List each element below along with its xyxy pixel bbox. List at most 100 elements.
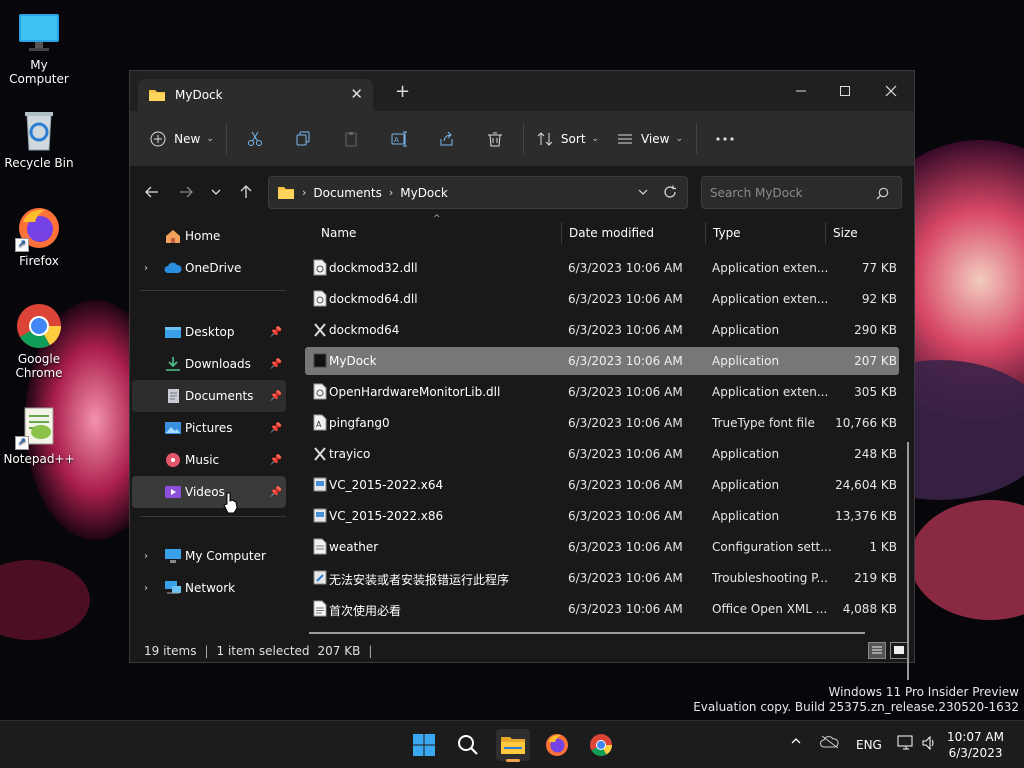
desktop-icon-label: Firefox — [19, 254, 59, 268]
file-row[interactable]: trayico 6/3/2023 10:06 AM Application 248 K… — [305, 440, 899, 468]
new-tab-button[interactable]: + — [395, 83, 410, 101]
column-separator[interactable] — [705, 222, 706, 244]
folder-icon — [278, 187, 294, 199]
desktop-icon-firefox[interactable]: ↗ Firefox — [0, 204, 78, 268]
column-separator[interactable] — [825, 222, 826, 244]
close-window-button[interactable] — [868, 76, 914, 106]
nav-item-network[interactable]: › Network — [132, 572, 286, 604]
recent-locations-button[interactable] — [204, 182, 228, 202]
delete-button[interactable] — [471, 121, 519, 157]
nav-item-music[interactable]: Music 📌 — [132, 444, 286, 476]
nav-item-downloads[interactable]: Downloads 📌 — [132, 348, 286, 380]
cut-button[interactable] — [231, 121, 279, 157]
nav-item-documents[interactable]: Documents 📌 — [132, 380, 286, 412]
file-row[interactable]: dockmod32.dll 6/3/2023 10:06 AM Applicatio… — [305, 254, 899, 282]
taskbar-chrome[interactable] — [584, 729, 618, 761]
maximize-button[interactable] — [822, 76, 868, 106]
column-header-type[interactable]: Type — [707, 218, 825, 248]
horizontal-scrollbar[interactable] — [309, 632, 865, 634]
nav-item-pictures[interactable]: Pictures 📌 — [132, 412, 286, 444]
file-row[interactable]: OpenHardwareMonitorLib.dll 6/3/2023 10:06… — [305, 378, 899, 406]
up-button[interactable] — [234, 182, 258, 202]
app-icon — [313, 353, 327, 368]
pin-icon[interactable]: 📌 — [270, 423, 282, 434]
file-row[interactable]: weather 6/3/2023 10:06 AM Configuration se… — [305, 533, 899, 561]
pin-icon[interactable]: 📌 — [270, 359, 282, 370]
share-button[interactable] — [423, 121, 471, 157]
address-bar[interactable]: › Documents › MyDock — [268, 176, 688, 209]
forward-button[interactable] — [174, 182, 198, 202]
taskbar-file-explorer[interactable] — [496, 729, 530, 762]
taskbar-firefox[interactable] — [540, 729, 574, 761]
taskbar-search-button[interactable] — [451, 729, 485, 761]
close-tab-icon[interactable]: ✕ — [350, 85, 363, 103]
paste-button[interactable] — [327, 121, 375, 157]
start-button[interactable] — [407, 729, 441, 761]
minimize-button[interactable] — [778, 76, 824, 106]
search-input[interactable] — [710, 185, 870, 200]
file-row[interactable]: dockmod64 6/3/2023 10:06 AM Application 290… — [305, 316, 899, 344]
desktop-icon-recycle-bin[interactable]: Recycle Bin — [0, 106, 78, 170]
file-size: 24,604 KB — [835, 478, 897, 492]
file-row[interactable]: dockmod64.dll 6/3/2023 10:06 AM Applicatio… — [305, 285, 899, 313]
chevron-down-icon: ⌄ — [675, 133, 684, 144]
file-name: dockmod64 — [329, 323, 400, 337]
desktop-icon-notepadpp[interactable]: ↗ Notepad++ — [0, 402, 78, 466]
search-box[interactable] — [701, 176, 902, 209]
chevron-right-icon[interactable]: › — [144, 551, 148, 562]
volume-tray-button[interactable] — [921, 735, 937, 754]
desktop-icon-my-computer[interactable]: My Computer — [0, 8, 78, 86]
pin-icon[interactable]: 📌 — [270, 455, 282, 466]
show-hidden-icons-button[interactable] — [790, 735, 802, 750]
nav-item-my-computer[interactable]: › My Computer — [132, 540, 286, 572]
file-row[interactable]: MyDock 6/3/2023 10:06 AM Application 207 KB — [305, 347, 899, 375]
troubleshoot-icon — [313, 570, 327, 585]
refresh-button[interactable] — [663, 185, 677, 202]
more-options-button[interactable] — [701, 121, 749, 157]
file-size: 248 KB — [854, 447, 897, 461]
breadcrumb-mydock[interactable]: MyDock — [400, 186, 448, 200]
tab-title: MyDock — [175, 88, 223, 102]
details-view-button[interactable] — [868, 642, 886, 659]
copy-button[interactable] — [279, 121, 327, 157]
address-history-button[interactable] — [637, 186, 649, 201]
clock[interactable]: 10:07 AM 6/3/2023 — [947, 729, 1004, 761]
new-button[interactable]: New ⌄ — [142, 121, 222, 157]
column-header-date[interactable]: Date modified — [563, 218, 703, 248]
onedrive-tray-button[interactable] — [820, 735, 840, 752]
nav-item-label: OneDrive — [185, 261, 242, 275]
file-name: VC_2015-2022.x64 — [329, 478, 444, 492]
file-row[interactable]: VC_2015-2022.x64 6/3/2023 10:06 AM Applica… — [305, 471, 899, 499]
rename-button[interactable]: A — [375, 121, 423, 157]
file-row[interactable]: VC_2015-2022.x86 6/3/2023 10:06 AM Applica… — [305, 502, 899, 530]
file-row[interactable]: 无法安装或者安装报错运行此程序 6/3/2023 10:06 AM Troubles… — [305, 564, 899, 592]
tab-mydock[interactable]: MyDock ✕ — [138, 79, 373, 111]
sort-button[interactable]: Sort ⌄ — [528, 121, 608, 157]
network-tray-button[interactable] — [897, 735, 915, 754]
file-type: Application exten... — [712, 385, 829, 399]
chevron-up-icon — [791, 738, 801, 744]
file-row[interactable]: Apingfang0 6/3/2023 10:06 AM TrueType font… — [305, 409, 899, 437]
nav-item-home[interactable]: Home — [132, 220, 286, 252]
back-button[interactable] — [140, 182, 164, 202]
chevron-down-icon — [638, 189, 648, 195]
nav-item-onedrive[interactable]: › OneDrive — [132, 252, 286, 284]
desktop-icon-chrome[interactable]: Google Chrome — [0, 302, 78, 380]
file-type: Application — [712, 354, 780, 368]
file-name: weather — [329, 540, 379, 554]
nav-item-label: Pictures — [185, 421, 233, 435]
chevron-right-icon[interactable]: › — [144, 263, 148, 274]
nav-item-videos[interactable]: Videos 📌 — [132, 476, 286, 508]
breadcrumb-documents[interactable]: Documents — [313, 186, 381, 200]
tiles-view-button[interactable] — [890, 642, 908, 659]
pin-icon[interactable]: 📌 — [270, 391, 282, 402]
file-row[interactable]: 首次使用必看 6/3/2023 10:06 AM Office Open XML .… — [305, 595, 899, 623]
column-separator[interactable] — [561, 222, 562, 244]
view-button[interactable]: View ⌄ — [608, 121, 692, 157]
language-indicator[interactable]: ENG — [856, 738, 882, 752]
pin-icon[interactable]: 📌 — [270, 487, 282, 498]
column-header-size[interactable]: Size — [827, 218, 907, 248]
nav-item-desktop[interactable]: Desktop 📌 — [132, 316, 286, 348]
pin-icon[interactable]: 📌 — [270, 327, 282, 338]
chevron-right-icon[interactable]: › — [144, 583, 148, 594]
